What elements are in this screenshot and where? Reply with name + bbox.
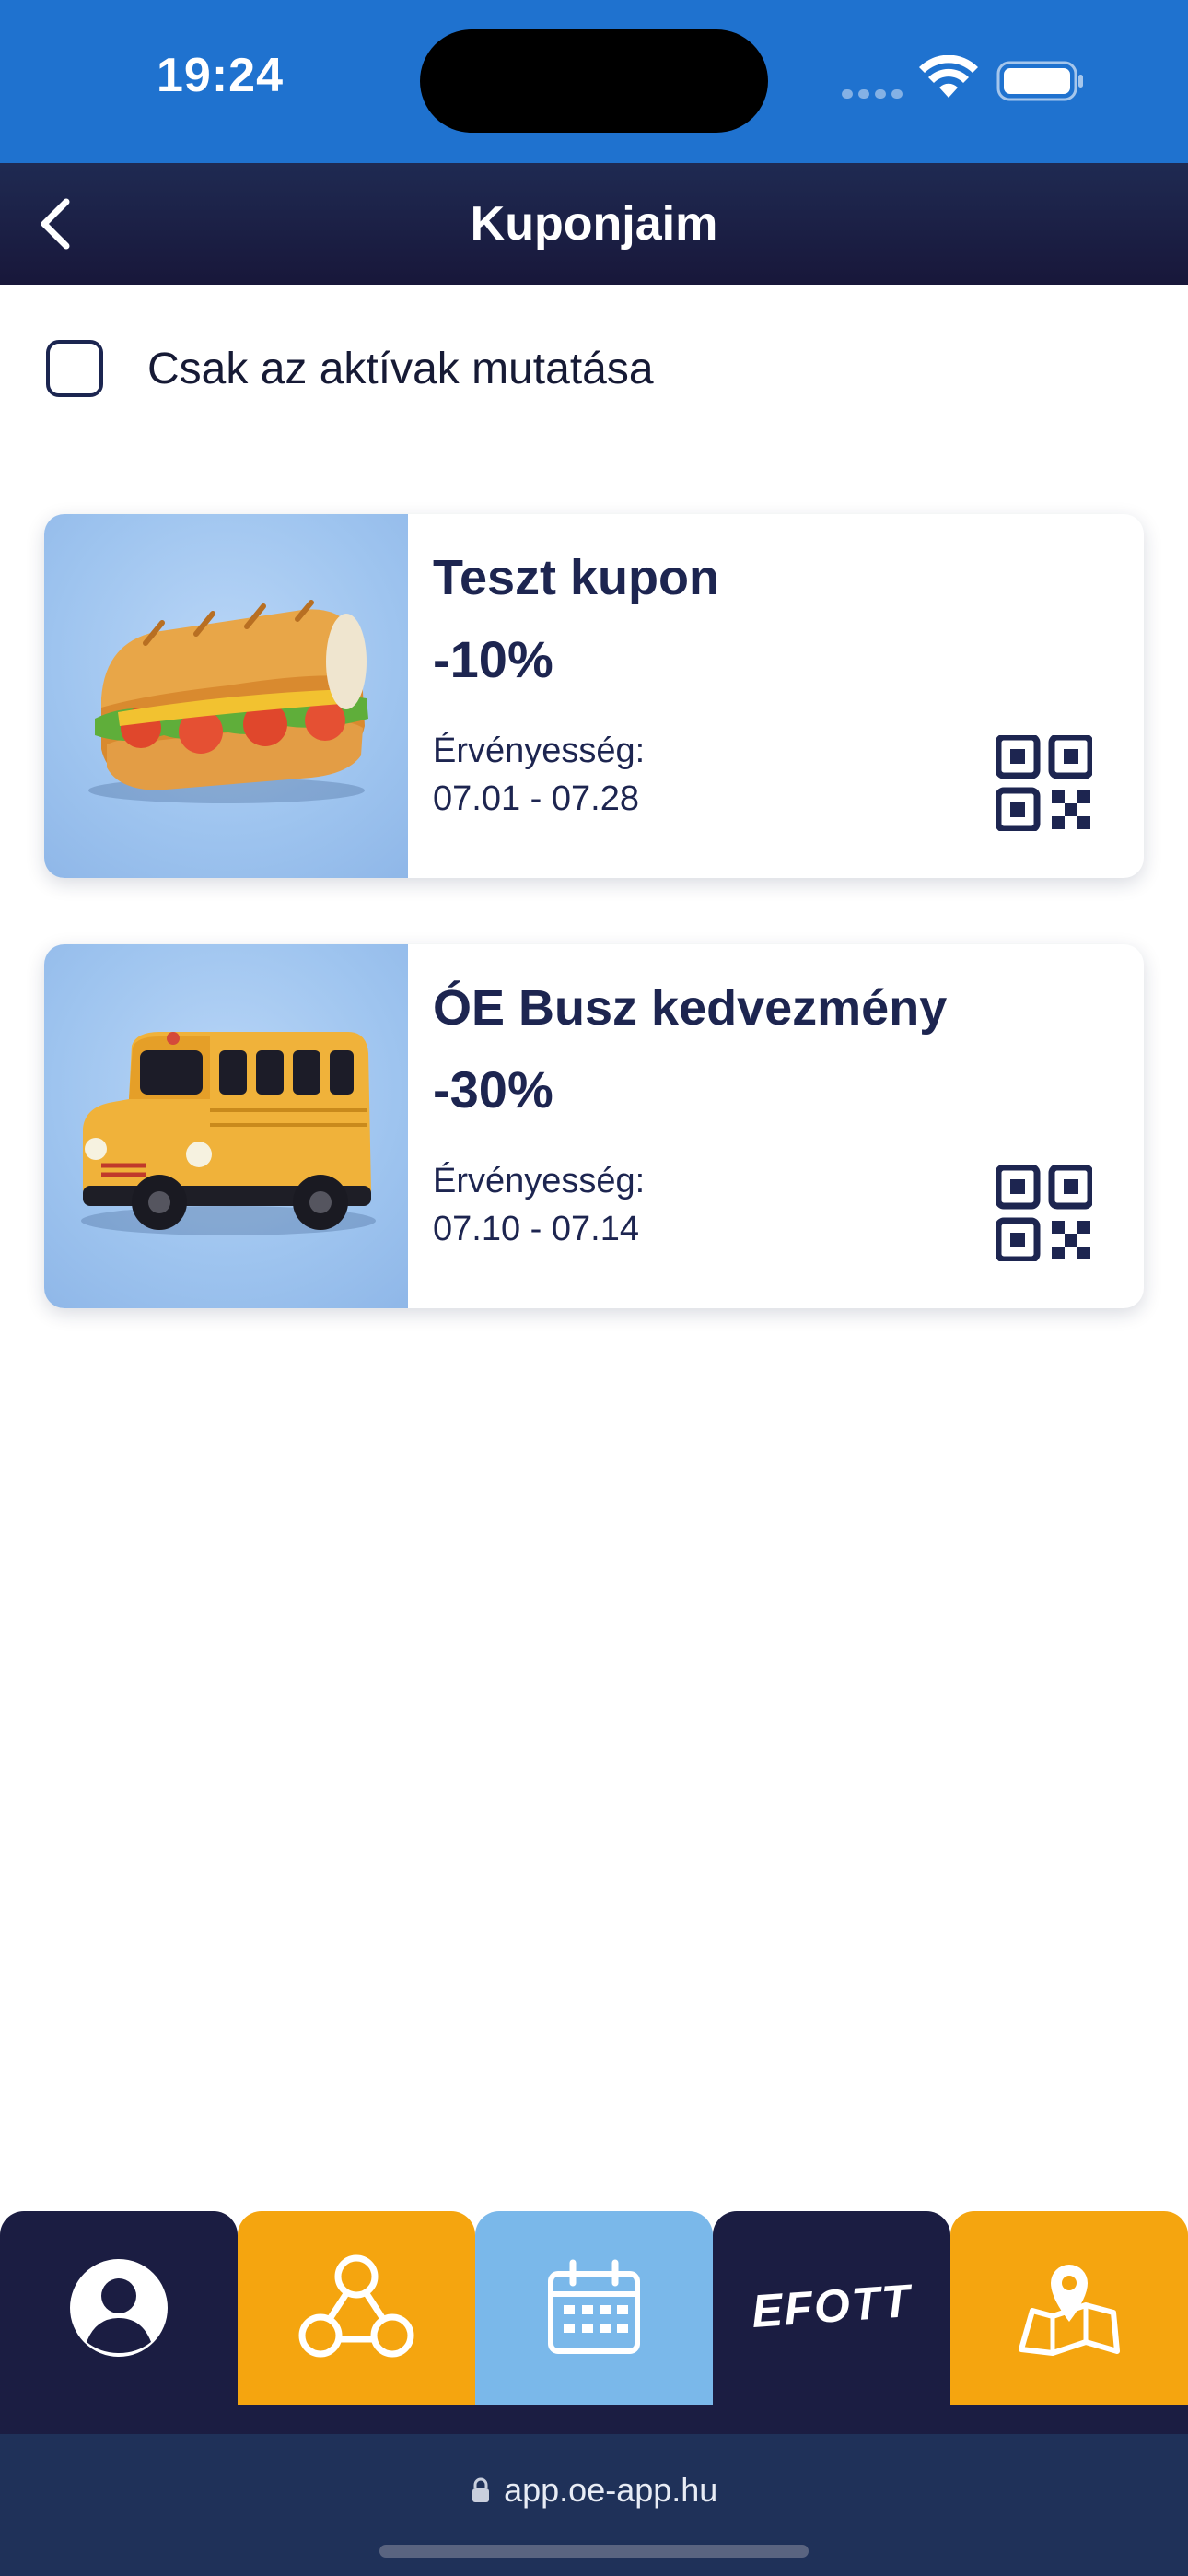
coupon-discount: -10% [433, 630, 553, 688]
tab-calendar[interactable] [475, 2211, 713, 2405]
active-filter-checkbox[interactable] [46, 340, 103, 397]
status-time: 19:24 [157, 49, 284, 102]
dynamic-island [420, 29, 768, 133]
status-bar: 19:24 [0, 0, 1188, 163]
cellular-signal-icon [842, 87, 908, 103]
qr-code-icon[interactable] [996, 1165, 1092, 1261]
active-filter-label[interactable]: Csak az aktívak mutatása [147, 344, 654, 394]
home-indicator [379, 2545, 809, 2558]
tab-network[interactable] [238, 2211, 475, 2405]
coupon-validity-dates: 07.01 - 07.28 [433, 779, 639, 818]
url-bar[interactable]: app.oe-app.hu [0, 2471, 1188, 2510]
battery-icon [996, 61, 1083, 101]
tab-map[interactable] [950, 2211, 1188, 2405]
coupon-discount: -30% [433, 1060, 553, 1118]
qr-code-icon[interactable] [996, 735, 1092, 831]
coupon-card[interactable]: ÓE Busz kedvezmény -30% Érvényesség: 07.… [44, 944, 1144, 1308]
coupon-title: Teszt kupon [433, 550, 720, 605]
sandwich-illustration [88, 600, 368, 803]
coupon-validity-label: Érvényesség: [433, 732, 646, 770]
coupon-title: ÓE Busz kedvezmény [433, 980, 948, 1036]
calendar-icon [548, 2259, 640, 2354]
page-title: Kuponjaim [470, 197, 718, 251]
profile-icon [70, 2259, 168, 2357]
lock-icon [472, 2477, 489, 2502]
efott-logo: EFOTT [750, 2275, 914, 2337]
tab-profile[interactable] [0, 2211, 238, 2405]
url-text: app.oe-app.hu [504, 2471, 718, 2509]
tab-bar-base [0, 2405, 1188, 2434]
coupon-validity-label: Érvényesség: [433, 1162, 646, 1200]
network-icon [298, 2254, 414, 2358]
coupon-card[interactable]: Teszt kupon -10% Érvényesség: 07.01 - 07… [44, 514, 1144, 878]
nav-header: Kuponjaim [0, 163, 1188, 285]
map-pin-icon [1019, 2265, 1120, 2356]
wifi-icon [919, 55, 978, 98]
tab-efott[interactable]: EFOTT [713, 2211, 950, 2405]
coupon-validity-dates: 07.10 - 07.14 [433, 1210, 639, 1248]
bottom-tab-bar: EFOTT [0, 2211, 1188, 2434]
app-screen: 19:24 Kuponjaim Csak az aktívak mutatása [0, 0, 1188, 2576]
coupon-image-bus [44, 944, 408, 1308]
school-bus-illustration [81, 1032, 376, 1235]
browser-bar: app.oe-app.hu [0, 2434, 1188, 2576]
coupon-image-sandwich [44, 514, 408, 878]
